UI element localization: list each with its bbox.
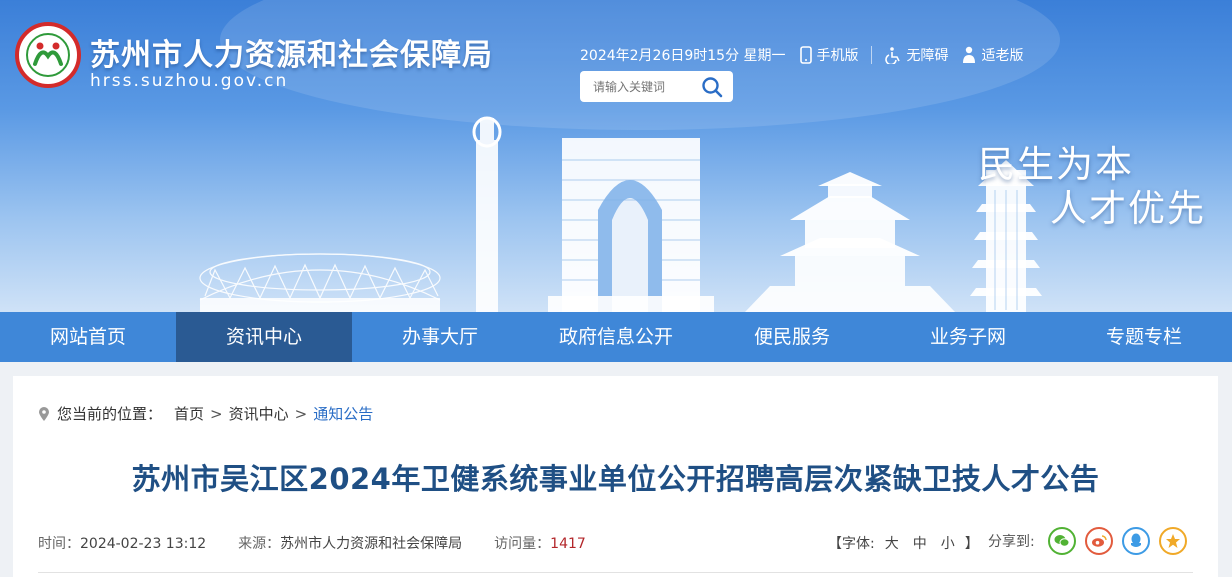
article-meta: 时间：2024-02-23 13:12 来源：苏州市人力资源和社会保障局 访问量… (38, 533, 618, 553)
publish-time: 时间：2024-02-23 13:12 (38, 536, 207, 552)
elderly-mode-label: 适老版 (981, 48, 1024, 64)
share-label: 分享到: (988, 534, 1035, 550)
nav-item-service-hall[interactable]: 办事大厅 (352, 312, 528, 362)
font-size-medium-button[interactable]: 中 (913, 533, 927, 553)
font-size-selector: 【字体: 大 中 小 】 (828, 533, 979, 553)
breadcrumb: 您当前的位置： 首页 > 资讯中心 > 通知公告 (39, 403, 379, 424)
site-logo[interactable] (15, 22, 81, 88)
nav-item-public-services[interactable]: 便民服务 (704, 312, 880, 362)
wheelchair-icon (884, 47, 900, 64)
elderly-mode-link[interactable]: 适老版 (961, 45, 1024, 65)
mobile-phone-icon (799, 46, 812, 64)
main-navigation: 网站首页 资讯中心 办事大厅 政府信息公开 便民服务 业务子网 专题专栏 (0, 312, 1232, 362)
breadcrumb-notices[interactable]: 通知公告 (313, 403, 373, 424)
meta-divider (38, 572, 1193, 573)
font-size-close-label: 】 (964, 536, 979, 552)
header-banner: 苏州市人力资源和社会保障局 hrss.suzhou.gov.cn 2024年2月… (0, 0, 1232, 312)
breadcrumb-news-center[interactable]: 资讯中心 (229, 403, 289, 424)
nav-item-business-subsites[interactable]: 业务子网 (880, 312, 1056, 362)
breadcrumb-separator: > (210, 404, 223, 423)
nav-item-special-topics[interactable]: 专题专栏 (1056, 312, 1232, 362)
wechat-icon[interactable] (1047, 527, 1076, 555)
mobile-version-label: 手机版 (816, 48, 859, 64)
article-source: 来源：苏州市人力资源和社会保障局 (238, 536, 463, 552)
nav-item-gov-info-disclosure[interactable]: 政府信息公开 (528, 312, 704, 362)
font-size-large-button[interactable]: 大 (885, 533, 899, 553)
search-box (580, 71, 733, 102)
current-datetime: 2024年2月26日9时15分 星期一 (580, 48, 786, 64)
logo-emblem-icon (26, 33, 70, 77)
site-url: hrss.suzhou.gov.cn (90, 71, 289, 91)
accessibility-link[interactable]: 无障碍 (884, 45, 949, 65)
accessibility-label: 无障碍 (906, 48, 949, 64)
elderly-person-icon (962, 46, 975, 63)
view-count: 访问量：1417 (494, 536, 586, 552)
search-input[interactable] (593, 79, 703, 94)
article-title: 苏州市吴江区2024年卫健系统事业单位公开招聘高层次紧缺卫技人才公告 (131, 462, 1100, 496)
breadcrumb-prefix: 您当前的位置： (57, 405, 163, 423)
weibo-icon[interactable] (1084, 527, 1113, 555)
nav-item-news-center[interactable]: 资讯中心 (176, 312, 352, 362)
breadcrumb-separator: > (294, 404, 308, 423)
nav-item-home[interactable]: 网站首页 (0, 312, 176, 362)
breadcrumb-home[interactable]: 首页 (174, 403, 204, 424)
topbar-divider (870, 46, 872, 64)
site-title[interactable]: 苏州市人力资源和社会保障局 (90, 30, 493, 74)
article-panel: 您当前的位置： 首页 > 资讯中心 > 通知公告 苏州市吴江区2024年卫健系统… (13, 376, 1218, 577)
font-size-small-button[interactable]: 小 (941, 533, 955, 553)
slogan-line-2: 人才优先 (1050, 187, 1206, 230)
top-utility-bar: 2024年2月26日9时15分 星期一 手机版 无障碍 适老版 (580, 44, 1024, 66)
location-pin-icon (39, 406, 49, 421)
share-bar: 分享到: (988, 527, 1196, 555)
qq-icon[interactable] (1121, 527, 1150, 555)
favorite-icon[interactable] (1158, 527, 1187, 555)
search-icon[interactable] (701, 76, 723, 98)
font-size-open-label: 【字体: (828, 536, 875, 552)
mobile-version-link[interactable]: 手机版 (799, 45, 859, 65)
